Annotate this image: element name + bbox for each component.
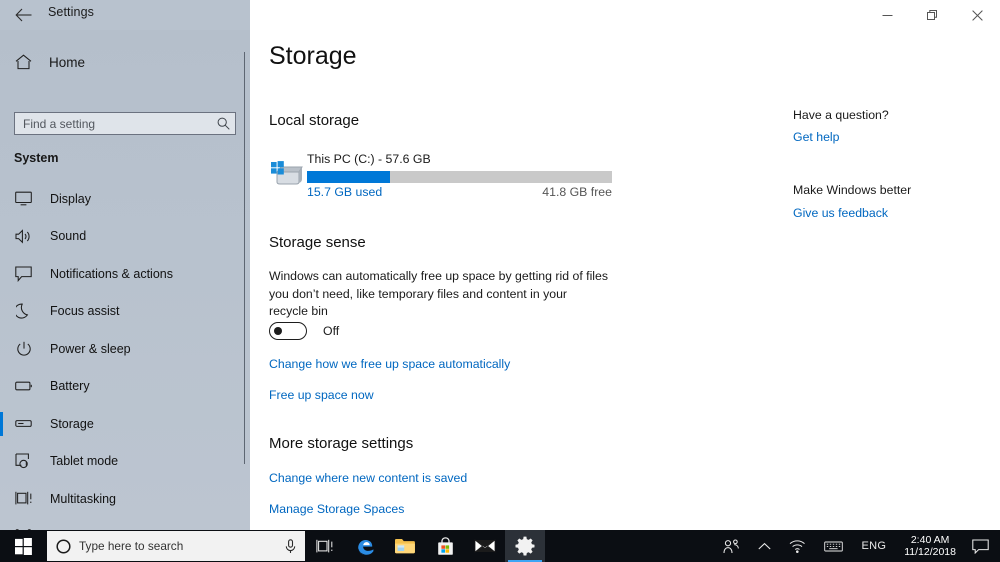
main-content: Storage Local storage This PC (C:) - 57.… <box>250 30 1000 530</box>
sidebar-item-label: Multitasking <box>50 491 116 506</box>
drive-name: This PC (C:) - 57.6 GB <box>307 152 431 166</box>
drive-usage-bar <box>307 171 612 183</box>
sidebar-item-label: Storage <box>50 416 94 431</box>
sidebar-item-power-sleep[interactable]: Power & sleep <box>0 330 250 368</box>
file-explorer-icon[interactable] <box>385 530 425 562</box>
caption-buttons <box>865 0 1000 30</box>
sidebar-home-label: Home <box>49 54 86 70</box>
sidebar-scrollbar[interactable] <box>244 52 245 464</box>
sidebar-item-label: Focus assist <box>50 304 120 319</box>
task-view-icon[interactable] <box>305 530 345 562</box>
sidebar-item-sound[interactable]: Sound <box>0 218 250 256</box>
change-content-location-link[interactable]: Change where new content is saved <box>269 471 467 485</box>
sidebar-item-display[interactable]: Display <box>0 180 250 218</box>
speaker-icon <box>14 227 33 246</box>
sidebar-item-label: Battery <box>50 379 90 394</box>
action-center-icon[interactable] <box>965 530 1000 562</box>
toggle-knob <box>273 326 282 335</box>
search-box[interactable] <box>14 112 236 135</box>
sidebar-item-notifications[interactable]: Notifications & actions <box>0 255 250 293</box>
settings-window: Settings Home Find a setting System Disp… <box>0 0 1000 530</box>
sidebar-item-shared-experiences[interactable]: Shared experiences <box>0 518 250 530</box>
clock-date: 11/12/2018 <box>904 546 956 558</box>
manage-storage-spaces-link[interactable]: Manage Storage Spaces <box>269 502 404 516</box>
chevron-up-icon[interactable] <box>749 530 780 562</box>
sidebar-item-focus-assist[interactable]: Focus assist <box>0 293 250 331</box>
sidebar-group-title: System <box>14 151 59 165</box>
storage-sense-description: Windows can automatically free up space … <box>269 269 609 318</box>
taskbar-search-placeholder[interactable]: Type here to search <box>79 539 275 553</box>
page-title: Storage <box>269 42 357 70</box>
mail-envelope-icon[interactable] <box>465 530 505 562</box>
clock[interactable]: 2:40 AM 11/12/2018 <box>895 530 965 562</box>
change-free-up-space-link[interactable]: Change how we free up space automaticall… <box>269 357 510 371</box>
storage-sense-toggle[interactable] <box>269 322 307 340</box>
keyboard-icon[interactable] <box>815 530 852 562</box>
clock-time: 2:40 AM <box>910 533 950 546</box>
give-us-feedback-link[interactable]: Give us feedback <box>793 206 888 220</box>
sidebar-item-label: Notifications & actions <box>50 266 173 281</box>
restore-icon[interactable] <box>910 0 955 30</box>
free-up-space-now-link[interactable]: Free up space now <box>269 388 374 402</box>
sidebar-item-label: Power & sleep <box>50 341 131 356</box>
sidebar-item-storage[interactable]: Storage <box>0 405 250 443</box>
sidebar-item-label: Tablet mode <box>50 454 119 469</box>
hard-drive-windows-icon <box>269 158 303 188</box>
taskbar-search-box[interactable]: Type here to search <box>47 531 305 561</box>
screen: Settings Home Find a setting System Disp… <box>0 0 1000 562</box>
tablet-icon <box>14 452 33 471</box>
storage-sense-heading: Storage sense <box>269 234 366 251</box>
sidebar-item-label: Sound <box>50 229 87 244</box>
edge-browser-icon[interactable] <box>345 530 385 562</box>
home-icon <box>14 54 33 70</box>
system-tray: ENG 2:40 AM 11/12/2018 <box>714 530 1000 562</box>
sidebar-item-tablet-mode[interactable]: Tablet mode <box>0 443 250 481</box>
search-icon[interactable] <box>211 117 235 130</box>
wifi-icon[interactable] <box>780 530 815 562</box>
sidebar-item-multitasking[interactable]: Multitasking <box>0 480 250 518</box>
close-icon[interactable] <box>955 0 1000 30</box>
moon-icon <box>14 302 33 321</box>
drive-usage-fill <box>307 171 391 183</box>
multitasking-icon <box>14 489 33 508</box>
power-icon <box>14 339 33 358</box>
window-title: Settings <box>48 5 94 19</box>
battery-icon <box>14 377 33 396</box>
title-bar-left <box>0 0 250 30</box>
more-storage-settings-heading: More storage settings <box>269 435 414 452</box>
back-arrow-icon[interactable] <box>10 3 36 27</box>
have-a-question-heading: Have a question? <box>793 108 889 122</box>
people-icon[interactable] <box>714 530 749 562</box>
sidebar-item-label: Display <box>50 191 91 206</box>
search-input[interactable] <box>15 116 211 131</box>
make-windows-better-heading: Make Windows better <box>793 183 912 197</box>
store-bag-icon[interactable] <box>425 530 465 562</box>
sidebar-item-home[interactable]: Home <box>0 46 250 78</box>
minimize-icon[interactable] <box>865 0 910 30</box>
storage-sense-toggle-row[interactable]: Off <box>269 322 339 340</box>
sidebar: Home System Displa <box>0 30 250 530</box>
speech-bubble-icon <box>14 264 33 283</box>
sidebar-nav-list: Display Sound Notifications & actions Fo… <box>0 180 250 530</box>
storage-icon <box>14 414 33 433</box>
input-language-indicator[interactable]: ENG <box>852 530 895 562</box>
microphone-icon[interactable] <box>275 538 305 554</box>
drive-row[interactable]: This PC (C:) - 57.6 GB 15.7 GB used 41.8… <box>269 152 629 200</box>
taskbar: Type here to search ENG 2:40 AM 11/12/20… <box>0 530 1000 562</box>
gear-icon[interactable] <box>505 530 545 562</box>
local-storage-heading: Local storage <box>269 112 360 129</box>
monitor-icon <box>14 189 33 208</box>
windows-start-icon[interactable] <box>0 530 47 562</box>
cortana-circle-icon[interactable] <box>47 538 79 554</box>
title-bar: Settings <box>0 0 1000 30</box>
drive-free-label: 41.8 GB free <box>542 185 612 199</box>
storage-sense-toggle-state: Off <box>323 324 340 338</box>
sidebar-item-battery[interactable]: Battery <box>0 368 250 406</box>
get-help-link[interactable]: Get help <box>793 130 840 144</box>
